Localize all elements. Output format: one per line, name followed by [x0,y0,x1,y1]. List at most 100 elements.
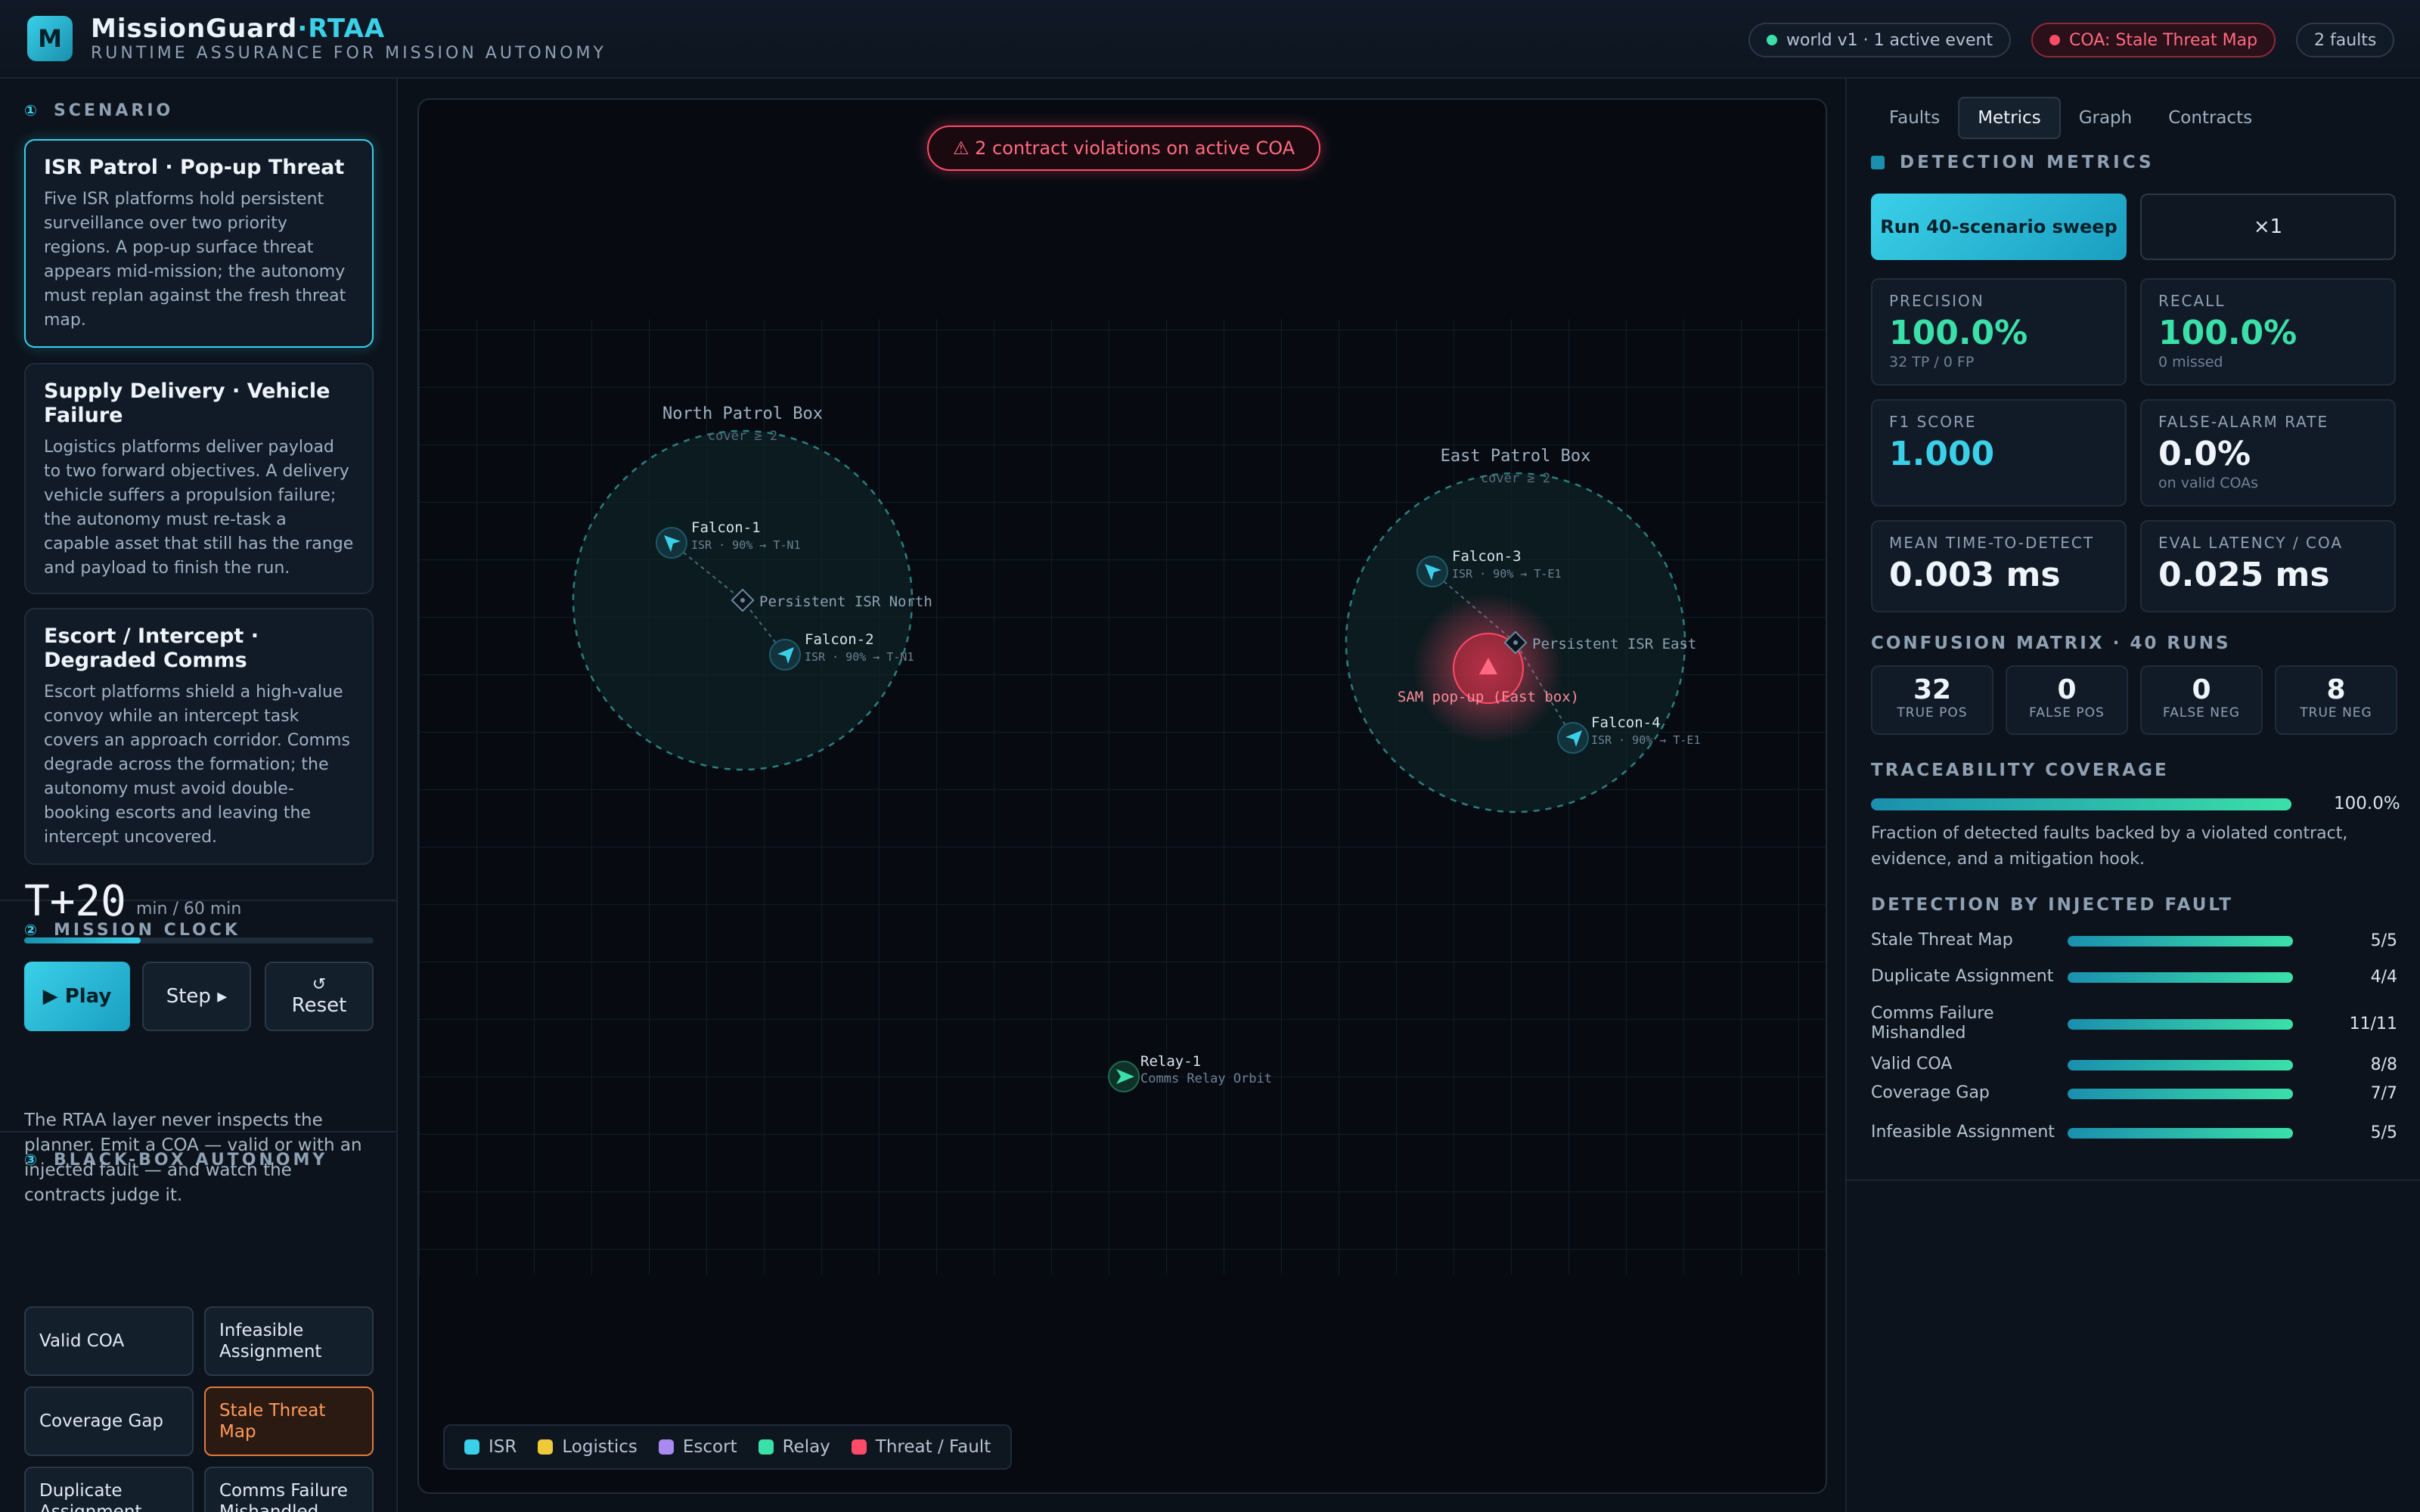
legend-item-isr: ISR [464,1437,517,1457]
alert-dot-icon [2049,35,2060,45]
violation-banner[interactable]: ⚠ 2 contract violations on active COA [927,125,1321,171]
mission-map[interactable]: North Patrol Box cover ≥ 2 Persistent IS… [417,98,1827,1494]
objective-east-label: Persistent ISR East [1532,636,1696,652]
metric-card-precision: PRECISION 100.0% 32 TP / 0 FP [1871,278,2127,386]
cell-label: TRUE POS [1897,705,1968,720]
fault-name: Stale Threat Map [1871,931,2013,950]
traceability-bar [1871,798,2291,810]
metric-sub: 0 missed [2158,354,2223,370]
traceability-description: Fraction of detected faults backed by a … [1871,824,2348,869]
reset-button[interactable]: ↺ Reset [265,962,374,1031]
speed-button[interactable]: ×1 [2140,194,2396,260]
section-label: DETECTION METRICS [1900,153,2155,172]
metric-label: RECALL [2158,292,2226,310]
cell-value: 32 [1913,674,1952,705]
metric-value: 100.0% [2158,314,2297,352]
scenario-card-isr[interactable]: ISR Patrol · Pop-up Threat Five ISR plat… [24,139,374,348]
asset-name: Relay-1 [1140,1053,1201,1070]
scenario-card-title: Supply Delivery · Vehicle Failure [44,380,330,427]
metric-card-false-alarm: FALSE-ALARM RATE 0.0% on valid COAs [2140,399,2396,507]
tab-metrics[interactable]: Metrics [1958,97,2061,139]
region-north-label: North Patrol Box [662,404,823,423]
tab-graph[interactable]: Graph [2061,97,2151,139]
coa-button-infeasible[interactable]: Infeasible Assignment [204,1306,374,1376]
play-button[interactable]: ▶ Play [24,962,130,1031]
scenario-card-title: ISR Patrol · Pop-up Threat [44,156,345,179]
legend-item-threat: Threat / Fault [851,1437,991,1457]
panel-divider [1847,1179,2420,1181]
metric-label: PRECISION [1889,292,1984,310]
metric-value: 0.003 ms [1889,556,2061,594]
top-header: M MissionGuard·RTAA RUNTIME ASSURANCE FO… [0,0,2420,79]
scenario-card-desc: Logistics platforms deliver payload to t… [44,438,354,578]
status-dot-icon [1767,35,1777,45]
metric-card-recall: RECALL 100.0% 0 missed [2140,278,2396,386]
metric-label: EVAL LATENCY / COA [2158,534,2344,552]
fault-bar [2068,1019,2293,1030]
confusion-cell-tn: 8 TRUE NEG [2275,665,2397,735]
fault-row: Stale Threat Map 5/5 [1871,921,2397,960]
app-title: MissionGuard·RTAA [91,14,385,44]
coa-button-duplicate[interactable]: Duplicate Assignment [24,1467,194,1512]
objective-north-label: Persistent ISR North [759,593,932,610]
fault-row: Duplicate Assignment 4/4 [1871,957,2397,996]
legend-label: ISR [489,1437,517,1457]
threat-label: SAM pop-up (East box) [1398,689,1579,705]
fault-row: Coverage Gap 7/7 [1871,1074,2397,1113]
tab-contracts[interactable]: Contracts [2150,97,2270,139]
map-grid [419,319,1826,1275]
traceability-title: TRACEABILITY COVERAGE [1871,761,2169,780]
asset-detail: ISR · 90% → T-N1 [691,538,801,552]
confusion-cell-fp: 0 FALSE POS [2006,665,2128,735]
tab-faults[interactable]: Faults [1871,97,1958,139]
reset-label: Reset [291,994,347,1017]
legend-swatch [851,1439,867,1455]
legend-label: Threat / Fault [875,1437,991,1457]
legend-item-logistics: Logistics [538,1437,638,1457]
mission-clock-unit: min / 60 min [136,900,242,919]
scenario-card-supply[interactable]: Supply Delivery · Vehicle Failure Logist… [24,363,374,594]
mission-clock-value: T+20 [24,877,126,926]
region-east-sub: cover ≥ 2 [1481,471,1550,486]
scenario-card-escort[interactable]: Escort / Intercept · Degraded Comms Esco… [24,608,374,865]
legend-swatch [464,1439,479,1455]
metric-label: MEAN TIME-TO-DETECT [1889,534,2095,552]
scenario-card-desc: Five ISR platforms hold persistent surve… [44,190,346,330]
fault-bar [2068,972,2293,983]
coa-button-comms-failure[interactable]: Comms Failure Mishandled [204,1467,374,1512]
scenario-section-title: ① SCENARIO [24,101,173,120]
detection-metrics-title: DETECTION METRICS [1871,153,2155,172]
metric-value: 1.000 [1889,435,1995,473]
fault-value: 4/4 [2370,967,2397,987]
cell-value: 8 [2326,674,2346,705]
map-canvas: North Patrol Box cover ≥ 2 Persistent IS… [419,319,1826,1275]
run-sweep-button[interactable]: Run 40-scenario sweep [1871,194,2127,260]
cell-value: 0 [2057,674,2077,705]
step-button[interactable]: Step ▸ [142,962,251,1031]
confusion-cell-fn: 0 FALSE NEG [2140,665,2263,735]
right-panel: Faults Metrics Graph Contracts DETECTION… [1845,79,2420,1512]
coa-button-coverage-gap[interactable]: Coverage Gap [24,1387,194,1456]
section-label: SCENARIO [53,101,174,120]
fault-bar [2068,1089,2293,1099]
metric-value: 0.0% [2158,435,2251,473]
legend-swatch [538,1439,554,1455]
cell-value: 0 [2192,674,2211,705]
cell-label: TRUE NEG [2300,705,2372,720]
fault-name: Coverage Gap [1871,1083,1990,1102]
coa-button-valid[interactable]: Valid COA [24,1306,194,1376]
reset-icon: ↺ [312,975,327,994]
chart-icon [1871,156,1885,169]
region-east-label: East Patrol Box [1441,447,1591,466]
fault-name: Infeasible Assignment [1871,1123,2055,1142]
fault-value: 11/11 [2349,1014,2397,1033]
coa-status-text: COA: Stale Threat Map [2069,30,2258,50]
metric-label: F1 SCORE [1889,413,1977,431]
cell-label: FALSE POS [2029,705,2105,720]
fault-row: Comms Failure Mishandled 11/11 [1871,1004,2397,1043]
asset-name: Falcon-3 [1452,548,1522,565]
asset-name: Falcon-2 [805,631,874,648]
cell-label: FALSE NEG [2163,705,2240,720]
metric-card-latency: EVAL LATENCY / COA 0.025 ms [2140,520,2396,612]
coa-button-stale-threat[interactable]: Stale Threat Map [204,1387,374,1456]
